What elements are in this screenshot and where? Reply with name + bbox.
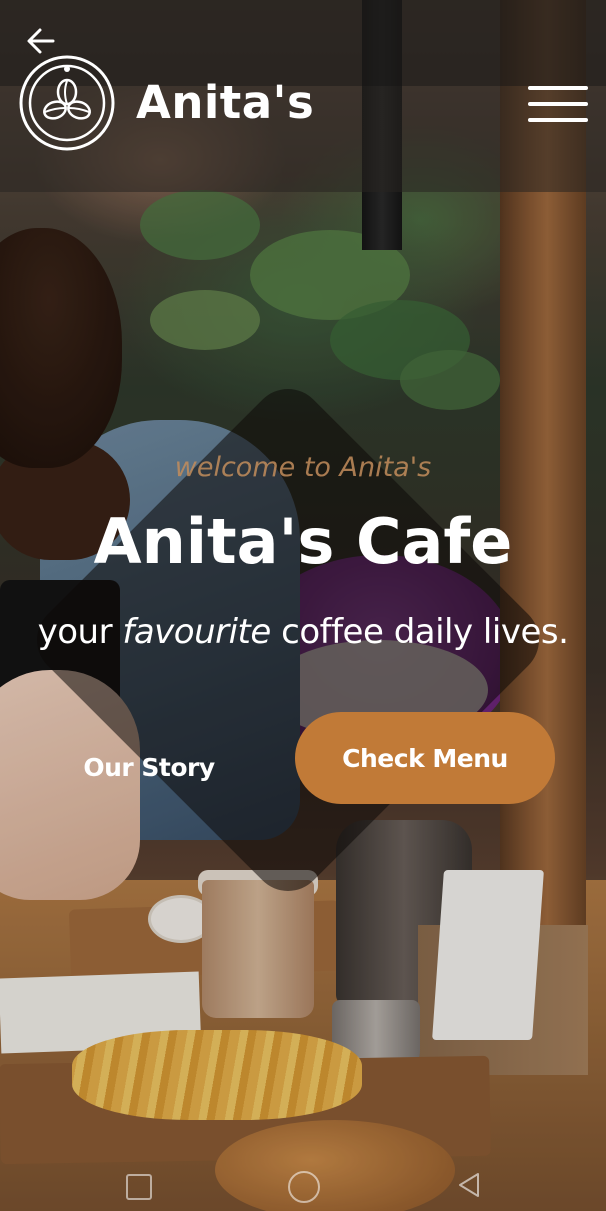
arrow-left-icon xyxy=(27,28,55,54)
coffee-beans-logo-icon xyxy=(19,55,115,151)
tagline-end: coffee daily lives. xyxy=(270,612,569,652)
hero-title: Anita's Cafe xyxy=(93,505,513,578)
hamburger-menu-button[interactable] xyxy=(524,80,590,128)
system-back-icon[interactable] xyxy=(454,1170,484,1200)
app-screen: Anita's welcome to Anita's Anita's Cafe … xyxy=(0,0,606,1211)
tagline-start: your xyxy=(37,612,123,652)
hamburger-line xyxy=(528,118,588,122)
hamburger-line xyxy=(528,102,588,106)
our-story-button[interactable]: Our Story xyxy=(74,742,224,792)
tagline-emphasis: favourite xyxy=(122,612,271,652)
hero-tagline: your favourite coffee daily lives. xyxy=(0,612,606,652)
hero-welcome-text: welcome to Anita's xyxy=(174,452,432,483)
check-menu-button[interactable]: Check Menu xyxy=(295,712,555,804)
cafe-logo[interactable] xyxy=(18,54,116,152)
brand-name[interactable]: Anita's xyxy=(136,76,314,129)
hamburger-line xyxy=(528,86,588,90)
system-navigation-bar xyxy=(0,1160,606,1211)
home-icon[interactable] xyxy=(288,1171,320,1203)
recents-icon[interactable] xyxy=(126,1174,152,1200)
